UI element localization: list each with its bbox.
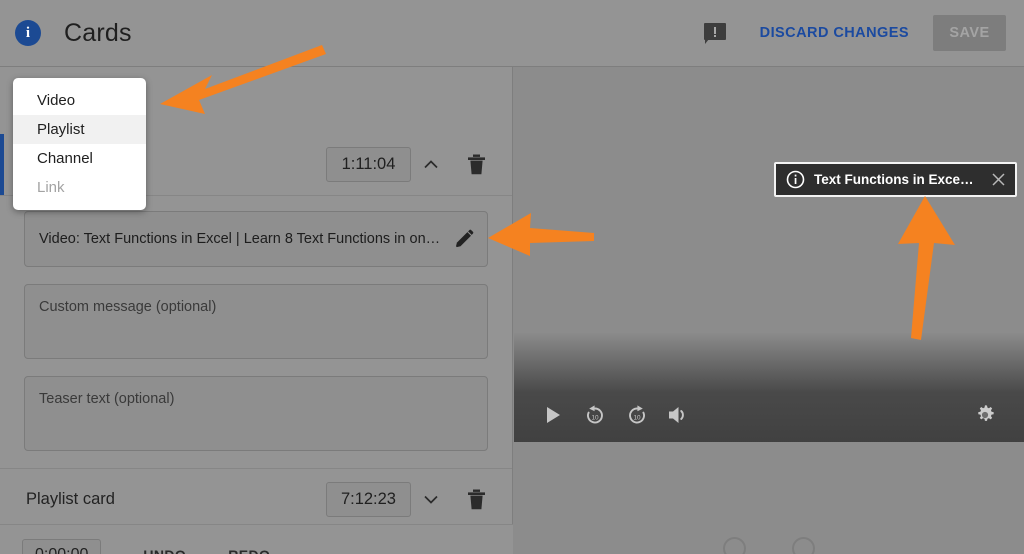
circle-control-icon[interactable] bbox=[792, 536, 815, 554]
selected-accent-bar bbox=[0, 134, 4, 195]
trash-icon[interactable] bbox=[463, 489, 489, 510]
custom-message-input[interactable]: Custom message (optional) bbox=[24, 284, 488, 359]
player-bottom-controls bbox=[514, 524, 1024, 554]
close-icon[interactable] bbox=[990, 171, 1007, 188]
playlist-card-label: Playlist card bbox=[26, 489, 115, 508]
save-button[interactable]: SAVE bbox=[933, 15, 1006, 51]
undo-button[interactable]: UNDO bbox=[143, 547, 186, 554]
video-player[interactable]: 10 10 bbox=[514, 67, 1024, 442]
player-controls: 10 10 bbox=[514, 388, 1024, 442]
chevron-down-icon[interactable] bbox=[411, 489, 451, 509]
dropdown-item-video[interactable]: Video bbox=[13, 86, 146, 115]
circle-control-icon[interactable] bbox=[723, 536, 746, 554]
chevron-up-icon[interactable] bbox=[411, 155, 451, 175]
custom-message-placeholder: Custom message (optional) bbox=[39, 299, 217, 315]
dropdown-item-playlist[interactable]: Playlist bbox=[13, 115, 146, 144]
timeline-current-time[interactable]: 0:00:00 bbox=[22, 539, 102, 554]
expanded-card-controls: 1:11:04 bbox=[326, 147, 512, 182]
feedback-icon[interactable] bbox=[703, 23, 726, 44]
playlist-card-row[interactable]: Playlist card 7:12:23 bbox=[0, 468, 512, 530]
play-icon[interactable] bbox=[532, 394, 574, 436]
page-header: i Cards DISCARD CHANGES SAVE bbox=[0, 0, 1024, 67]
trash-icon[interactable] bbox=[463, 154, 489, 175]
app-screen: i Cards DISCARD CHANGES SAVE 1:11:04 Vid… bbox=[0, 0, 1024, 554]
redo-button[interactable]: REDO bbox=[228, 547, 270, 554]
teaser-tooltip[interactable]: Text Functions in Excel | L… bbox=[774, 162, 1017, 197]
card-timestamp-field[interactable]: 1:11:04 bbox=[326, 147, 411, 182]
svg-text:10: 10 bbox=[633, 415, 641, 422]
timeline-toolbar: 0:00:00 UNDO REDO bbox=[0, 524, 513, 554]
playlist-card-timestamp-field[interactable]: 7:12:23 bbox=[325, 481, 411, 517]
header-actions: DISCARD CHANGES SAVE bbox=[703, 15, 1024, 51]
teaser-text-input[interactable]: Teaser text (optional) bbox=[24, 376, 488, 451]
dropdown-item-link: Link bbox=[37, 179, 65, 196]
pencil-icon[interactable] bbox=[453, 228, 475, 250]
card-type-dropdown-menu[interactable]: Video Playlist Channel Link bbox=[13, 78, 146, 210]
video-selection-field[interactable]: Video: Text Functions in Excel | Learn 8… bbox=[24, 211, 488, 267]
page-title: Cards bbox=[64, 18, 132, 47]
playlist-card-controls: 7:12:23 bbox=[325, 481, 512, 517]
teaser-text-placeholder: Teaser text (optional) bbox=[39, 391, 175, 407]
replay-10-icon[interactable]: 10 bbox=[574, 394, 616, 436]
info-icon: i bbox=[15, 20, 41, 46]
discard-changes-button[interactable]: DISCARD CHANGES bbox=[760, 25, 909, 41]
dropdown-item-channel[interactable]: Channel bbox=[13, 144, 146, 173]
video-title-value: Video: Text Functions in Excel | Learn 8… bbox=[39, 231, 443, 247]
info-circle-icon bbox=[786, 170, 805, 189]
gear-icon[interactable] bbox=[964, 394, 1006, 436]
volume-icon[interactable] bbox=[658, 394, 700, 436]
expanded-card-body: Video: Text Functions in Excel | Learn 8… bbox=[0, 196, 512, 451]
forward-10-icon[interactable]: 10 bbox=[616, 394, 658, 436]
svg-text:10: 10 bbox=[591, 415, 599, 422]
teaser-tooltip-text: Text Functions in Excel | L… bbox=[814, 172, 974, 187]
